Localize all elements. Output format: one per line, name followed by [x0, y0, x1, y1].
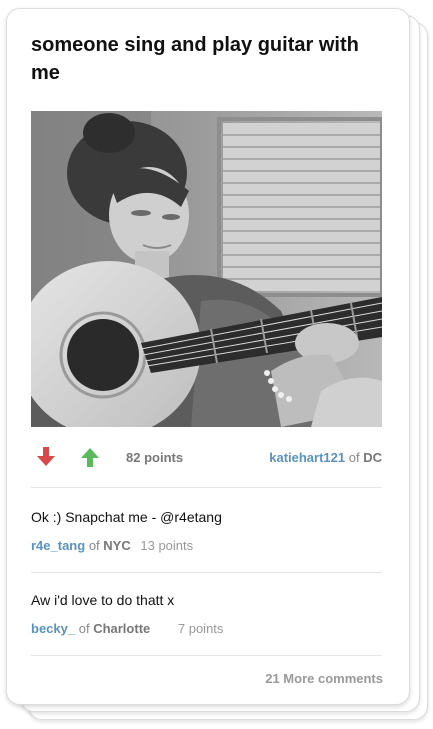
comment-location: Charlotte: [93, 621, 151, 636]
comment-points: 7 points: [177, 621, 224, 636]
post-author-link[interactable]: katiehart121: [269, 450, 345, 465]
comment-of: of: [78, 621, 90, 636]
comment-meta: becky_ of Charlotte 7 points: [31, 621, 223, 636]
post-points: 82 points: [126, 450, 184, 465]
more-comments-link[interactable]: 21 More comments: [265, 671, 383, 686]
comment-location: NYC: [103, 538, 131, 553]
comment-text: Aw i'd love to do thatt x: [31, 592, 175, 608]
divider: [31, 487, 382, 488]
divider: [31, 655, 382, 656]
comment-user-link[interactable]: becky_: [31, 621, 75, 636]
comment-user-link[interactable]: r4e_tang: [31, 538, 85, 553]
divider: [31, 572, 382, 573]
comment-points: 13 points: [140, 538, 194, 553]
post-author-of: of: [348, 450, 360, 465]
comment-meta: r4e_tang of NYC 13 points: [31, 538, 193, 553]
post-title: someone sing and play guitar with me: [31, 34, 359, 84]
comment-of: of: [88, 538, 100, 553]
post-photo[interactable]: [31, 111, 382, 427]
comment-text: Ok :) Snapchat me - @r4etang: [31, 509, 222, 525]
post-author-info: katiehart121 of DC: [269, 450, 382, 465]
arrow-down-icon[interactable]: [35, 446, 57, 468]
arrow-up-icon[interactable]: [79, 446, 101, 468]
post-card: someone sing and play guitar with me 82 …: [6, 8, 410, 705]
post-vote-row: 82 points katiehart121 of DC: [31, 446, 382, 468]
post-author-location: DC: [363, 450, 382, 465]
